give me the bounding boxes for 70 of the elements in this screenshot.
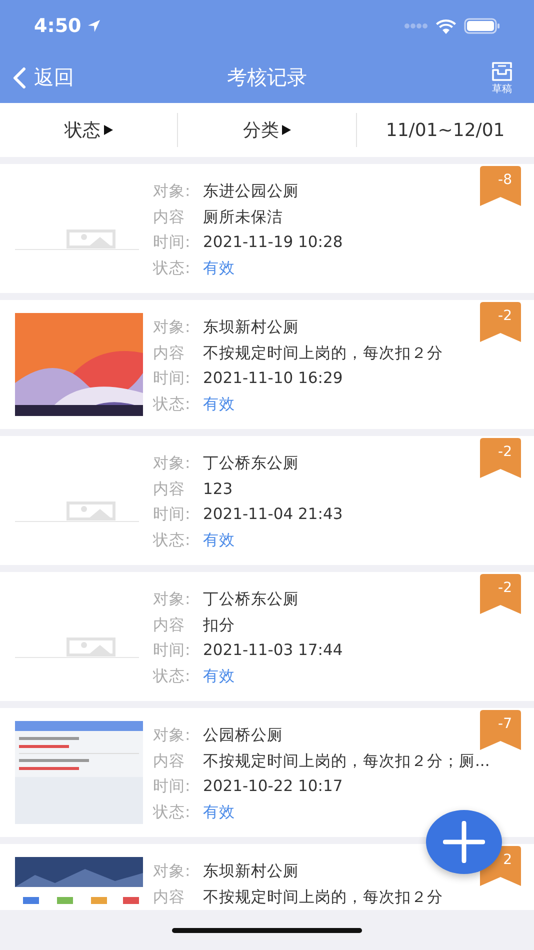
- score-ribbon: -2: [480, 302, 521, 343]
- field-value: 扣分: [203, 614, 235, 636]
- field-value: 不按规定时间上岗的，每次扣２分: [203, 342, 443, 364]
- field-label: 状态:: [153, 530, 192, 550]
- filter-dropdown[interactable]: 11/01~12/01: [356, 113, 534, 147]
- record-card[interactable]: 对象: 东坝新村公厕 内容 不按规定时间上岗的，每次扣２分 时间: 2021-11-10 16:29 状态: 有效 -2: [0, 300, 534, 429]
- field-value: 丁公桥东公厕: [203, 589, 299, 610]
- score-ribbon: -2: [480, 438, 521, 479]
- filter-dropdown[interactable]: 状态: [0, 113, 178, 147]
- battery-icon: [464, 18, 500, 34]
- back-icon: [12, 66, 26, 88]
- field-label: 时间:: [153, 640, 192, 661]
- field-value: 2021-11-19 10:28: [203, 232, 343, 253]
- field-value: 不按规定时间上岗的，每次扣２分: [203, 886, 443, 908]
- field-value: 东坝新村公厕: [203, 317, 299, 338]
- image-placeholder-icon: [66, 229, 116, 249]
- record-card[interactable]: 对象: 公园桥公厕 内容 不按规定时间上岗的，每次扣２分；厕... 时间: 2021-10-22 10:17 状态: 有效 -7: [0, 708, 534, 837]
- field-label: 内容: [153, 750, 186, 772]
- inbox-icon: [490, 60, 514, 82]
- clock-time: 4:50: [34, 15, 82, 37]
- status-value: 有效: [203, 802, 235, 822]
- field-label: 对象:: [153, 861, 192, 882]
- record-card[interactable]: 对象: 东坝新村公厕 内容 不按规定时间上岗的，每次扣２分 2: [0, 844, 534, 910]
- image-placeholder-icon: [66, 501, 116, 521]
- score-ribbon: -8: [480, 166, 521, 207]
- status-value: 有效: [203, 394, 235, 414]
- field-label: 状态:: [153, 802, 192, 822]
- field-value: 不按规定时间上岗的，每次扣２分；厕...: [203, 750, 490, 772]
- location-arrow-icon: [87, 19, 102, 33]
- status-value: 有效: [203, 530, 235, 550]
- field-value: 123: [203, 478, 233, 500]
- status-value: 有效: [203, 666, 235, 686]
- field-value: 东进公园公厕: [203, 181, 299, 202]
- field-label: 时间:: [153, 776, 192, 797]
- field-label: 状态:: [153, 258, 192, 278]
- field-label: 内容: [153, 614, 186, 636]
- filter-dropdown[interactable]: 分类: [177, 113, 356, 147]
- field-label: 时间:: [153, 232, 192, 253]
- field-label: 对象:: [153, 589, 192, 610]
- record-card[interactable]: 对象: 东进公园公厕 内容 厕所未保洁 时间: 2021-11-19 10:28 状态: 有效 -8: [0, 164, 534, 293]
- plus-icon: [443, 821, 485, 863]
- field-label: 时间:: [153, 368, 192, 389]
- field-label: 对象:: [153, 317, 192, 338]
- field-value: 东坝新村公厕: [203, 861, 299, 882]
- field-label: 内容: [153, 886, 186, 908]
- record-card[interactable]: 对象: 丁公桥东公厕 内容 扣分 时间: 2021-11-03 17:44 状态: 有效 -2: [0, 572, 534, 701]
- field-value: 丁公桥东公厕: [203, 453, 299, 474]
- field-value: 2021-10-22 10:17: [203, 776, 343, 797]
- field-label: 时间:: [153, 504, 192, 525]
- field-label: 状态:: [153, 666, 192, 686]
- field-label: 状态:: [153, 394, 192, 414]
- record-card[interactable]: 对象: 丁公桥东公厕 内容 123 时间: 2021-11-04 21:43 状态: 有效 -2: [0, 436, 534, 565]
- score-ribbon: -2: [480, 574, 521, 615]
- field-value: 公园桥公厕: [203, 725, 283, 746]
- signal-icon: [404, 23, 428, 29]
- field-label: 对象:: [153, 181, 192, 202]
- field-label: 内容: [153, 342, 186, 364]
- field-value: 厕所未保洁: [203, 206, 283, 228]
- image-placeholder-icon: [66, 637, 116, 657]
- page-title: 考核记录: [227, 65, 307, 89]
- field-label: 对象:: [153, 725, 192, 746]
- field-label: 内容: [153, 478, 186, 500]
- field-label: 内容: [153, 206, 186, 228]
- field-value: 2021-11-04 21:43: [203, 504, 343, 525]
- field-label: 对象:: [153, 453, 192, 474]
- score-ribbon: -7: [480, 710, 521, 751]
- field-value: 2021-11-10 16:29: [203, 368, 343, 389]
- field-value: 2021-11-03 17:44: [203, 640, 343, 661]
- wifi-icon: [436, 18, 456, 34]
- status-value: 有效: [203, 258, 235, 278]
